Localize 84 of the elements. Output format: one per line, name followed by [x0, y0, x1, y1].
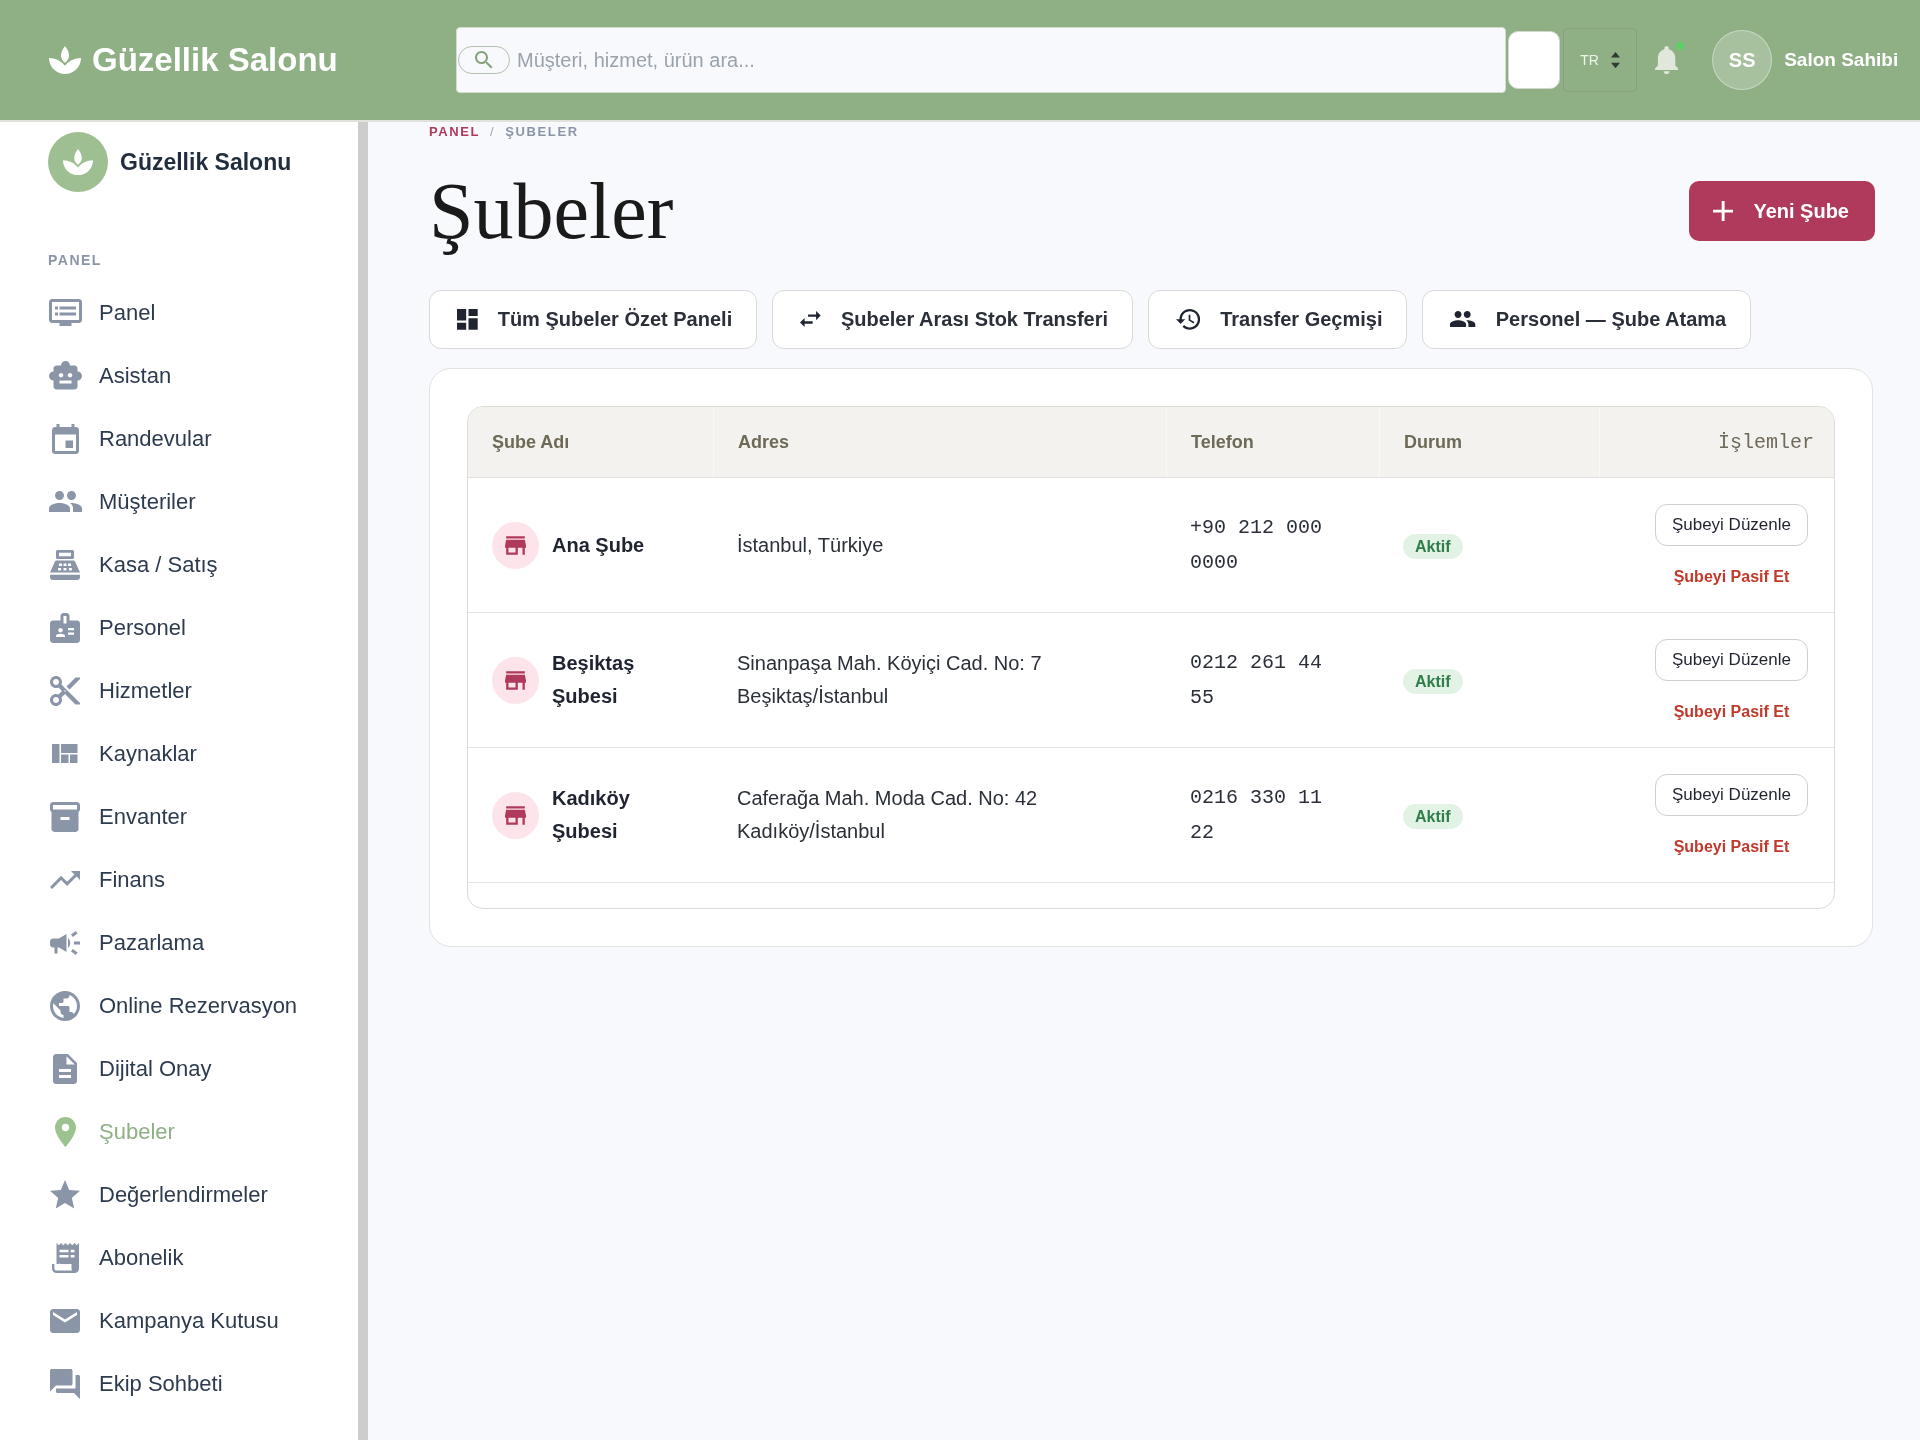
swap-arrows-icon — [800, 311, 821, 328]
people-icon — [1450, 311, 1476, 328]
column-header: Telefon — [1166, 407, 1379, 478]
branch-name: Beşiktaş Şubesi — [552, 651, 636, 709]
status-badge: Aktif — [1403, 533, 1463, 559]
nav-item[interactable]: Envanter — [48, 785, 188, 848]
up-down-caret-icon — [1610, 51, 1620, 69]
breadcrumb-link[interactable]: PANEL — [429, 123, 481, 141]
search-field[interactable]: Müşteri, hizmet, ürün ara... — [456, 27, 1506, 93]
monitor-icon — [48, 299, 82, 326]
blank-button[interactable] — [1508, 31, 1560, 89]
new-branch-button[interactable]: Yeni Şube — [1689, 181, 1875, 241]
globe-icon — [50, 990, 80, 1021]
scissors-icon — [50, 675, 80, 706]
branch-name: Ana Şube — [552, 532, 645, 558]
id-badge-icon — [50, 612, 80, 643]
phone-number: +90 212 000 0000 — [1190, 516, 1323, 574]
status-badge: Aktif — [1403, 803, 1463, 829]
nav-item[interactable]: Ekip Sohbeti — [48, 1352, 223, 1415]
edit-branch-button[interactable]: Şubeyi Düzenle — [1654, 503, 1808, 546]
nav-item[interactable]: Hizmetler — [48, 659, 192, 722]
nav-item[interactable]: Pazarlama — [48, 911, 205, 974]
grid-icon — [457, 309, 478, 330]
plus-icon — [1713, 200, 1734, 222]
phone-number: 0216 330 11 22 — [1190, 786, 1323, 844]
shortcut-button[interactable]: Şubeler Arası Stok Transferi — [772, 290, 1134, 349]
archive-box-icon — [50, 801, 80, 832]
store-icon — [492, 656, 539, 704]
lotus-logo-icon — [48, 132, 108, 192]
location-pin-icon — [54, 1116, 76, 1147]
edit-branch-button[interactable]: Şubeyi Düzenle — [1654, 773, 1808, 816]
nav-item[interactable]: Müşteriler — [48, 470, 196, 533]
people-icon — [48, 491, 82, 512]
user-name: Salon Sahibi — [1784, 49, 1899, 71]
deactivate-link[interactable]: Şubeyi Pasif Et — [1673, 566, 1790, 587]
envelope-icon — [50, 1308, 80, 1333]
trending-up-icon — [50, 870, 80, 889]
nav-item[interactable]: Randevular — [48, 407, 212, 470]
address-text: İstanbul, Türkiye — [737, 533, 884, 559]
megaphone-icon — [50, 930, 80, 955]
edit-branch-button[interactable]: Şubeyi Düzenle — [1654, 638, 1808, 681]
address-text: Caferağa Mah. Moda Cad. No: 42 Kadıköy/İstanbul — [737, 786, 1039, 844]
shortcut-button[interactable]: Personel — Şube Atama — [1422, 290, 1752, 349]
breadcrumb-separator: / — [490, 123, 496, 141]
deactivate-link[interactable]: Şubeyi Pasif Et — [1673, 836, 1790, 857]
robot-icon — [48, 361, 82, 390]
status-badge: Aktif — [1403, 668, 1463, 694]
column-header: Adres — [713, 407, 1166, 478]
layout-blocks-icon — [52, 743, 78, 764]
deactivate-link[interactable]: Şubeyi Pasif Et — [1673, 701, 1790, 722]
nav-item[interactable]: Dijital Onay — [48, 1037, 212, 1100]
document-icon — [53, 1053, 77, 1084]
nav-item[interactable]: Asistan — [48, 344, 172, 407]
nav-item[interactable]: Online Rezervasyon — [48, 974, 298, 1037]
column-header: İşlemler — [1599, 407, 1834, 478]
column-header: Durum — [1379, 407, 1599, 478]
branch-name: Kadıköy Şubesi — [552, 786, 631, 844]
section-label: PANEL — [48, 252, 102, 269]
nav-item[interactable]: Değerlendirmeler — [48, 1163, 268, 1226]
nav-item[interactable]: Personel — [48, 596, 186, 659]
shortcut-button[interactable]: Tüm Şubeler Özet Paneli — [429, 290, 758, 349]
history-icon — [1176, 309, 1201, 330]
nav-item[interactable]: Abonelik — [48, 1226, 184, 1289]
calendar-icon — [51, 423, 79, 454]
column-header: Şube Adı — [468, 407, 713, 478]
nav-item[interactable]: Kampanya Kutusu — [48, 1289, 279, 1352]
brand-name: Güzellik Salonu — [92, 41, 338, 79]
star-icon — [50, 1180, 80, 1209]
nav-item[interactable]: Kaynaklar — [48, 722, 197, 785]
shortcut-button[interactable]: Transfer Geçmişi — [1148, 290, 1408, 349]
chat-bubbles-icon — [50, 1368, 80, 1399]
breadcrumb-current: ŞUBELER — [505, 123, 579, 141]
sidebar-brand-name: Güzellik Salonu — [120, 148, 292, 176]
phone-number: 0212 261 44 55 — [1190, 651, 1323, 709]
nav-item[interactable]: Kasa / Satış — [48, 533, 218, 596]
address-text: Sinanpaşa Mah. Köyiçi Cad. No: 7 Beşiktaş/İstanbul — [737, 651, 1043, 709]
nav-item[interactable]: Panel — [48, 281, 156, 344]
nav-item[interactable]: Finans — [48, 848, 166, 911]
cash-register-icon — [50, 549, 80, 580]
store-icon — [492, 521, 539, 569]
lotus-logo-icon — [49, 46, 81, 74]
bell-icon[interactable] — [1655, 45, 1679, 75]
store-icon — [492, 791, 539, 839]
receipt-icon — [51, 1242, 79, 1273]
